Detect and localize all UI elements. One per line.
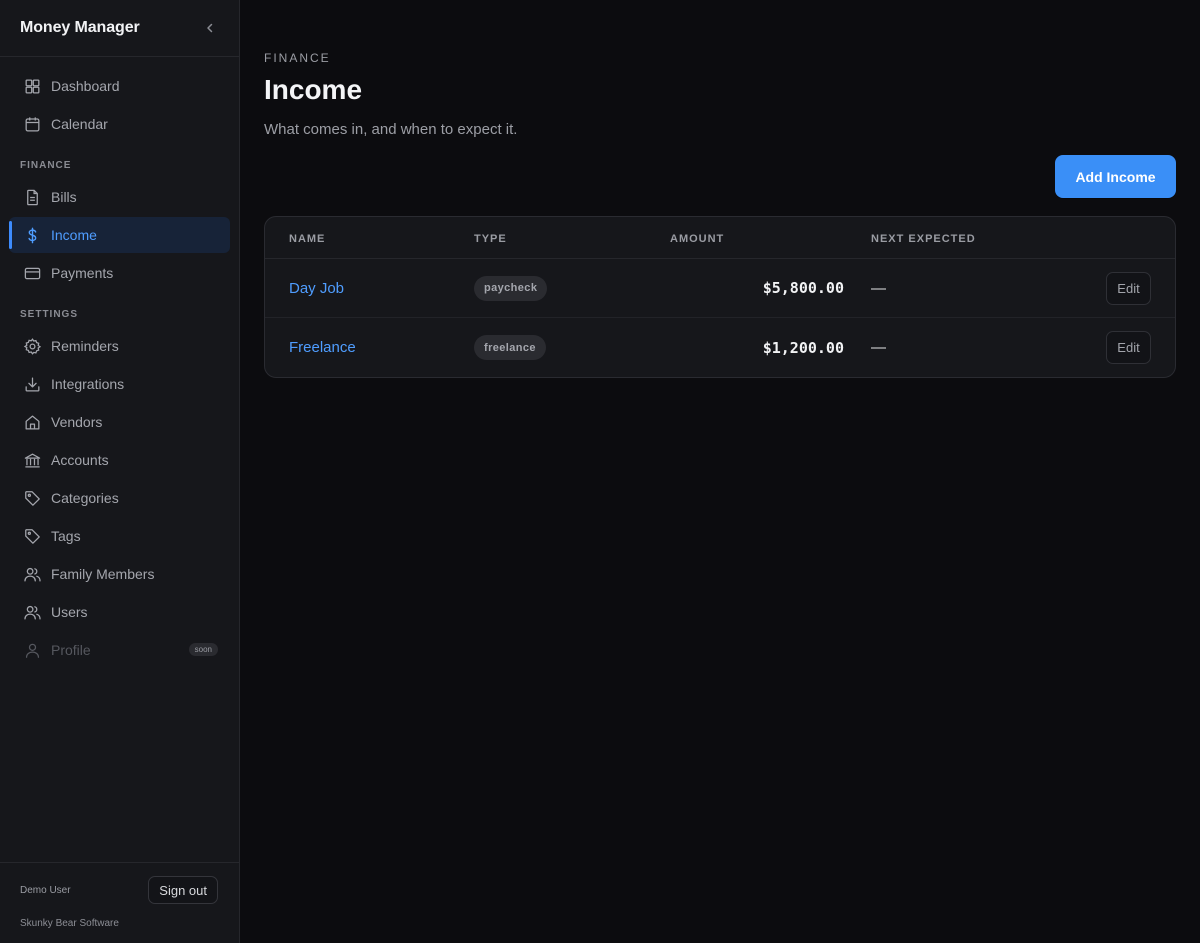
sidebar-item-family-members[interactable]: Family Members	[9, 556, 230, 592]
page-eyebrow: FINANCE	[264, 51, 331, 65]
grid-icon	[22, 76, 42, 96]
action-cell: Edit	[1106, 331, 1151, 364]
column-header-next-expected: NEXT EXPECTED	[871, 233, 976, 245]
edit-button[interactable]: Edit	[1106, 271, 1151, 305]
sidebar-item-label: Categories	[51, 490, 119, 506]
company-name: Skunky Bear Software	[20, 918, 119, 929]
sidebar-item-label: Vendors	[51, 414, 103, 430]
table-row: Day Job paycheck $5,800.00 — Edit	[265, 259, 1175, 318]
user-row: Demo User Sign out	[0, 863, 239, 904]
calendar-icon	[22, 114, 42, 134]
sidebar-item-label: Payments	[51, 265, 114, 281]
sidebar-item-label: Accounts	[51, 452, 109, 468]
tag-icon	[22, 526, 42, 546]
bank-icon	[22, 450, 42, 470]
house-icon	[22, 412, 42, 432]
section-label-settings: SETTINGS	[20, 309, 79, 320]
collapse-sidebar-button[interactable]	[201, 19, 219, 37]
sidebar-item-label: Reminders	[51, 338, 119, 354]
sidebar-item-vendors[interactable]: Vendors	[9, 404, 230, 440]
chevron-left-icon	[207, 23, 213, 33]
sidebar-item-label: Income	[51, 227, 97, 243]
users-icon	[22, 602, 42, 622]
table-header: NAME TYPE AMOUNT NEXT EXPECTED	[265, 217, 1175, 259]
column-header-amount: AMOUNT	[670, 233, 725, 245]
column-header-type: TYPE	[474, 233, 507, 245]
sidebar-item-integrations[interactable]: Integrations	[9, 366, 230, 402]
add-income-button[interactable]: Add Income	[1055, 155, 1176, 198]
sidebar: Money Manager Dashboard Calendar FINANCE	[0, 0, 240, 943]
dollar-icon	[22, 225, 42, 245]
amount-value: $5,800.00	[762, 279, 844, 297]
sidebar-item-tags[interactable]: Tags	[9, 518, 230, 554]
sidebar-item-label: Tags	[51, 528, 81, 544]
sidebar-item-label: Family Members	[51, 566, 155, 582]
next-expected-value: —	[871, 339, 886, 356]
type-cell: freelance	[474, 335, 546, 360]
page-title: Income	[264, 74, 363, 105]
sidebar-item-label: Bills	[51, 189, 77, 205]
sidebar-item-categories[interactable]: Categories	[9, 480, 230, 516]
download-icon	[22, 374, 42, 394]
sidebar-item-users[interactable]: Users	[9, 594, 230, 630]
sidebar-item-label: Users	[51, 604, 88, 620]
document-icon	[22, 187, 42, 207]
sidebar-item-calendar[interactable]: Calendar	[9, 106, 230, 142]
gear-icon	[22, 336, 42, 356]
income-name-link[interactable]: Freelance	[289, 339, 356, 356]
tag-icon	[22, 488, 42, 508]
table-row: Freelance freelance $1,200.00 — Edit	[265, 318, 1175, 377]
users-icon	[22, 564, 42, 584]
sidebar-header: Money Manager	[0, 0, 239, 57]
app-title: Money Manager	[20, 19, 140, 36]
sidebar-item-label: Integrations	[51, 376, 125, 392]
sidebar-footer: Demo User Sign out Skunky Bear Software	[0, 862, 239, 943]
edit-button[interactable]: Edit	[1106, 331, 1151, 364]
section-label-finance: FINANCE	[20, 160, 72, 171]
type-badge: freelance	[474, 335, 546, 360]
user-icon	[22, 640, 42, 660]
soon-badge: soon	[188, 643, 218, 656]
main-content: FINANCE Income What comes in, and when t…	[240, 0, 1200, 943]
app-shell: Money Manager Dashboard Calendar FINANCE	[0, 0, 1200, 943]
income-table: NAME TYPE AMOUNT NEXT EXPECTED Day Job p…	[264, 216, 1176, 378]
column-header-name: NAME	[289, 233, 326, 245]
credit-card-icon	[22, 263, 42, 283]
sidebar-item-payments[interactable]: Payments	[9, 255, 230, 291]
current-user-name: Demo User	[20, 884, 71, 896]
sidebar-item-label: Calendar	[51, 116, 108, 132]
next-expected-value: —	[871, 279, 886, 297]
sign-out-button[interactable]: Sign out	[148, 876, 218, 904]
type-cell: paycheck	[474, 275, 548, 301]
sidebar-item-accounts[interactable]: Accounts	[9, 442, 230, 478]
sidebar-item-label: Profile	[51, 642, 91, 658]
sidebar-item-reminders[interactable]: Reminders	[9, 328, 230, 364]
income-name-link[interactable]: Day Job	[289, 280, 344, 297]
sidebar-nav: Dashboard Calendar FINANCE Bills Income	[0, 57, 239, 668]
sidebar-item-dashboard[interactable]: Dashboard	[9, 68, 230, 104]
page-subtitle: What comes in, and when to expect it.	[264, 121, 518, 138]
sidebar-item-bills[interactable]: Bills	[9, 179, 230, 215]
sidebar-item-profile: Profile soon	[9, 632, 230, 668]
amount-value: $1,200.00	[762, 338, 844, 357]
sidebar-item-label: Dashboard	[51, 78, 120, 94]
type-badge: paycheck	[474, 275, 548, 301]
action-cell: Edit	[1106, 271, 1151, 305]
sidebar-item-income[interactable]: Income	[9, 217, 230, 253]
